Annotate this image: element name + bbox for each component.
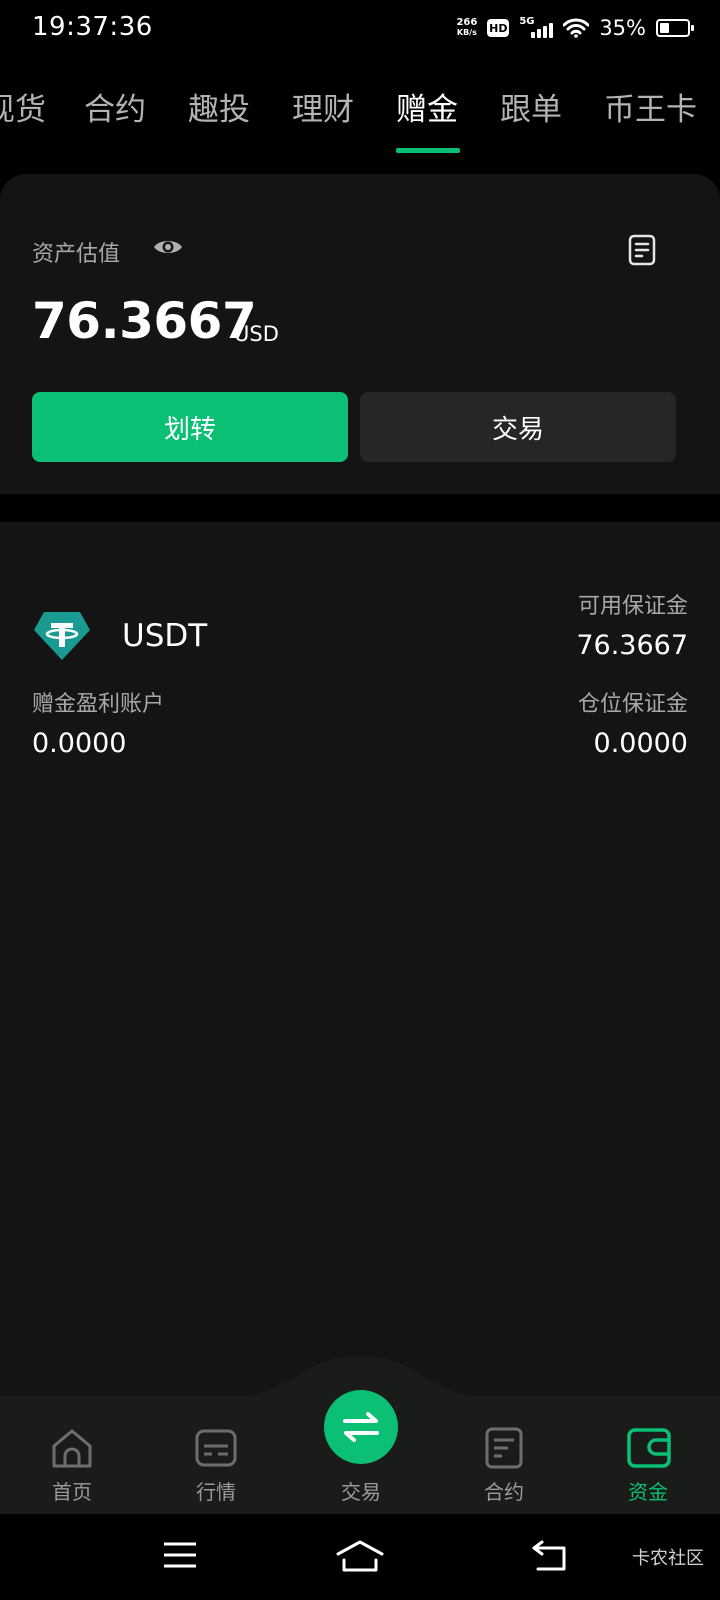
- asset-unit: USD: [234, 322, 279, 346]
- tab-spot[interactable]: 现货: [0, 84, 46, 129]
- nav-item-market[interactable]: 行情: [161, 1396, 271, 1514]
- wallet-icon: [627, 1428, 671, 1468]
- status-indicators: 266 KB/s HD 5G 35%: [456, 14, 694, 42]
- cellular-signal-icon: 5G: [519, 16, 554, 40]
- tab-contract[interactable]: 合约: [84, 84, 146, 129]
- nav-label-contract: 合约: [484, 1480, 524, 1504]
- wifi-icon: [563, 18, 590, 38]
- trade-button[interactable]: 交易: [360, 392, 676, 462]
- network-speed: 266 KB/s: [456, 18, 477, 38]
- signal-bars: [531, 23, 554, 38]
- active-tab-indicator: [396, 148, 460, 153]
- network-speed-unit: KB/s: [456, 28, 477, 37]
- tab-finance[interactable]: 理财: [292, 84, 354, 129]
- nav-label-market: 行情: [196, 1480, 236, 1504]
- nav-label-home: 首页: [52, 1480, 92, 1504]
- tether-usdt-icon: [34, 612, 90, 660]
- position-margin-label: 仓位保证金: [577, 692, 688, 717]
- nav-label-trade: 交易: [341, 1480, 381, 1504]
- nav-label-funds: 资金: [628, 1480, 668, 1504]
- coin-name: USDT: [122, 618, 208, 654]
- watermark: 卡农社区: [632, 1548, 704, 1569]
- bonus-account-section: USDT 可用保证金 76.3667 赠金盈利账户 0.0000 仓位保证金 0…: [0, 522, 720, 1396]
- transfer-button[interactable]: 划转: [32, 392, 348, 462]
- screen: 19:37:36 266 KB/s HD 5G 35% 货 合约 趣投 理财 赠…: [0, 0, 720, 1600]
- battery-icon: [656, 19, 694, 37]
- tab-copy-trade[interactable]: 跟单: [500, 84, 562, 129]
- tab-coin-king-card[interactable]: 币王卡: [604, 84, 697, 129]
- asset-valuation-label: 资产估值: [32, 242, 121, 267]
- tab-bonus[interactable]: 赠金: [396, 84, 458, 129]
- home-button-icon[interactable]: [336, 1540, 384, 1574]
- bonus-profit-account-value: 0.0000: [32, 728, 127, 759]
- nav-item-home[interactable]: 首页: [17, 1396, 127, 1514]
- battery-level-fill: [660, 23, 670, 33]
- status-bar: 19:37:36 266 KB/s HD 5G 35%: [0, 0, 720, 56]
- menu-icon[interactable]: [162, 1540, 198, 1570]
- home-icon: [52, 1429, 92, 1468]
- top-tab-bar: 现货 合约 趣投 理财 赠金 跟单 币王卡: [0, 72, 720, 153]
- nav-item-trade[interactable]: [324, 1390, 398, 1464]
- record-document-icon[interactable]: [628, 234, 656, 266]
- position-margin-value: 0.0000: [593, 728, 688, 759]
- eye-icon[interactable]: [152, 236, 184, 258]
- bonus-profit-account-label: 赠金盈利账户: [32, 692, 165, 717]
- network-speed-value: 266: [456, 17, 478, 28]
- nav-item-funds[interactable]: 资金: [593, 1396, 703, 1514]
- back-icon[interactable]: [530, 1540, 570, 1572]
- tab-fun-invest[interactable]: 趣投: [188, 84, 250, 129]
- asset-amount: 76.3667: [32, 292, 257, 350]
- system-nav-bar: 卡农社区: [0, 1514, 720, 1600]
- available-margin-value: 76.3667: [576, 630, 688, 661]
- hd-icon: HD: [487, 19, 510, 37]
- contract-icon: [485, 1427, 523, 1469]
- nav-item-contract[interactable]: 合约: [449, 1396, 559, 1514]
- swap-icon: [343, 1412, 379, 1442]
- asset-valuation-card: 资产估值 76.3667 USD 划转 交易: [0, 174, 720, 494]
- available-margin-label: 可用保证金: [577, 594, 688, 619]
- status-time: 19:37:36: [32, 12, 153, 42]
- battery-percent: 35%: [599, 16, 646, 40]
- market-icon: [195, 1429, 237, 1467]
